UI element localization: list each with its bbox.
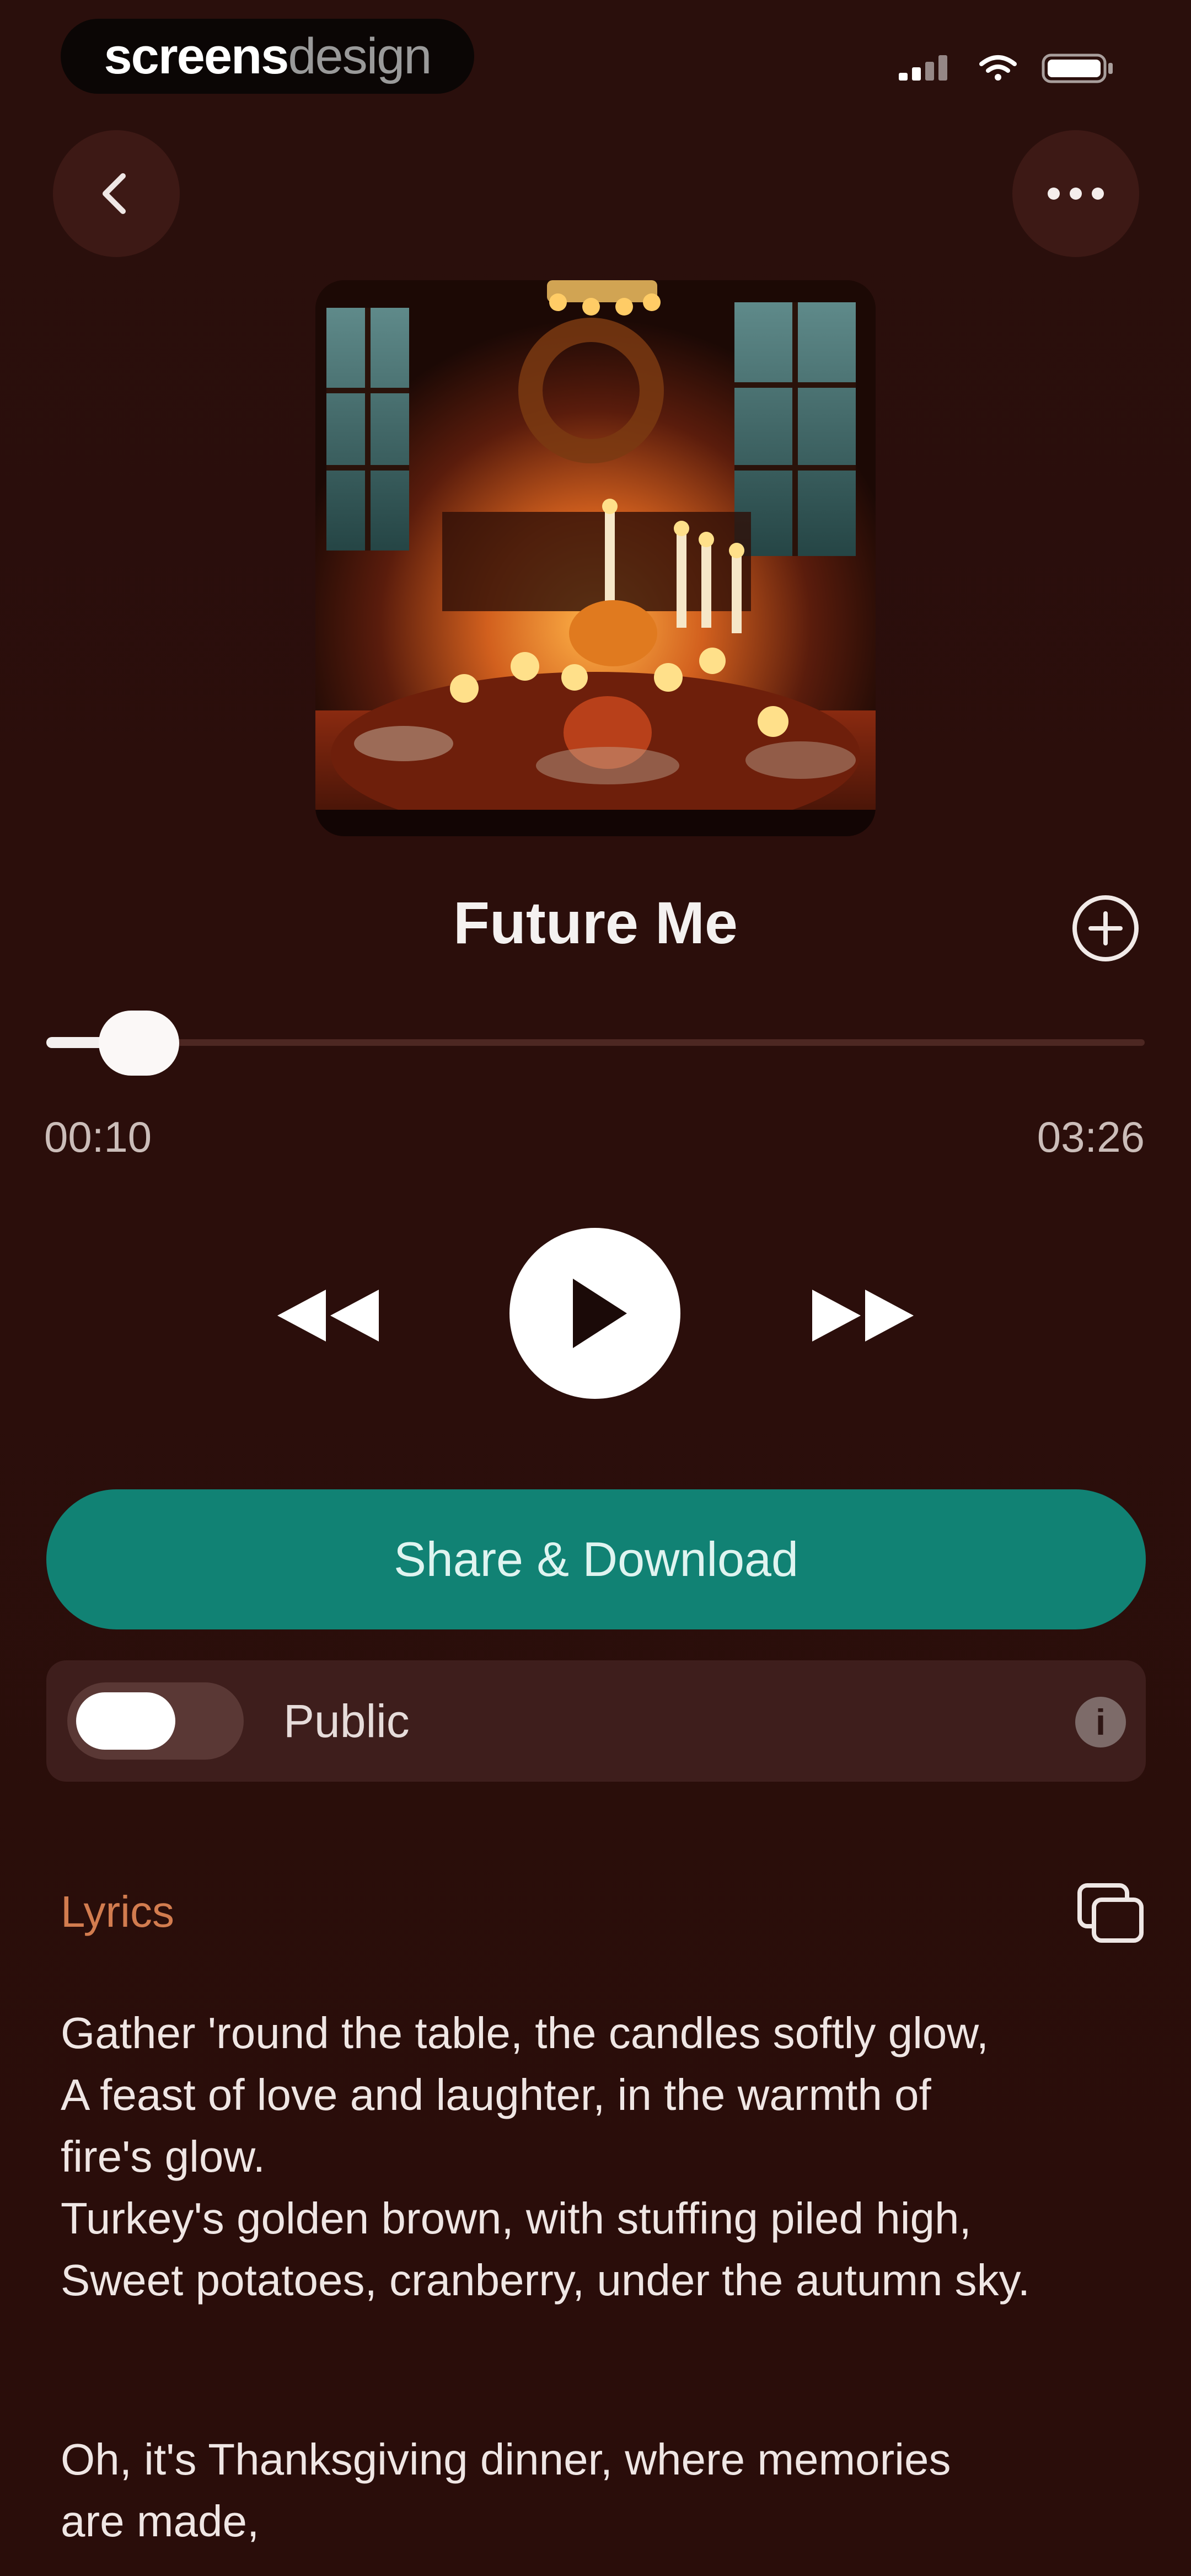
brand-part-1: screens: [104, 28, 289, 84]
stanza-gap: [61, 2311, 1130, 2429]
lyric-line: Turkey's golden brown, with stuffing pil…: [61, 2194, 972, 2243]
lyric-line: fire's glow.: [61, 2132, 265, 2181]
public-toggle[interactable]: [67, 1682, 244, 1760]
status-bar-icons: [899, 51, 1119, 84]
song-title: Future Me: [453, 889, 738, 956]
lyrics-text: Gather 'round the table, the candles sof…: [61, 2002, 1130, 2552]
lyric-line: Oh, it's Thanksgiving dinner, where memo…: [61, 2435, 951, 2484]
share-download-button[interactable]: Share & Download: [46, 1489, 1146, 1629]
lyric-line: Gather 'round the table, the candles sof…: [61, 2008, 989, 2057]
signal-icon: [899, 55, 947, 81]
rewind-button[interactable]: [265, 1269, 391, 1362]
copy-icon: [1077, 1883, 1144, 1943]
lyric-line: A feast of love and laughter, in the war…: [61, 2070, 931, 2119]
play-icon: [573, 1279, 627, 1348]
public-label: Public: [283, 1695, 410, 1747]
back-button[interactable]: [53, 130, 180, 257]
brand-part-2: design: [288, 28, 432, 84]
fast-forward-icon: [812, 1290, 914, 1342]
info-icon[interactable]: i: [1075, 1697, 1126, 1747]
album-artwork: [315, 280, 876, 836]
copy-lyrics-button[interactable]: [1075, 1881, 1147, 1947]
toggle-knob: [76, 1692, 175, 1750]
wifi-icon: [979, 55, 1017, 81]
fast-forward-button[interactable]: [800, 1269, 926, 1362]
lyric-line: are made,: [61, 2497, 260, 2546]
progress-track[interactable]: [46, 1039, 1145, 1046]
public-visibility-row: Public i: [46, 1660, 1146, 1782]
more-options-button[interactable]: [1012, 130, 1139, 257]
lyrics-label: Lyrics: [61, 1887, 174, 1936]
screensdesign-logo: screens design: [61, 19, 474, 94]
progress-thumb[interactable]: [98, 1011, 179, 1076]
plus-circle-icon: [1072, 895, 1139, 961]
current-time: 00:10: [44, 1113, 152, 1161]
ellipsis-icon: [1048, 188, 1104, 200]
battery-icon: [1042, 54, 1113, 83]
lyric-line: Sweet potatoes, cranberry, under the aut…: [61, 2256, 1030, 2305]
add-to-library-button[interactable]: [1070, 892, 1141, 964]
rewind-icon: [277, 1290, 379, 1342]
play-button[interactable]: [509, 1228, 680, 1399]
chevron-left-icon: [103, 173, 126, 214]
total-time: 03:26: [1037, 1113, 1145, 1161]
